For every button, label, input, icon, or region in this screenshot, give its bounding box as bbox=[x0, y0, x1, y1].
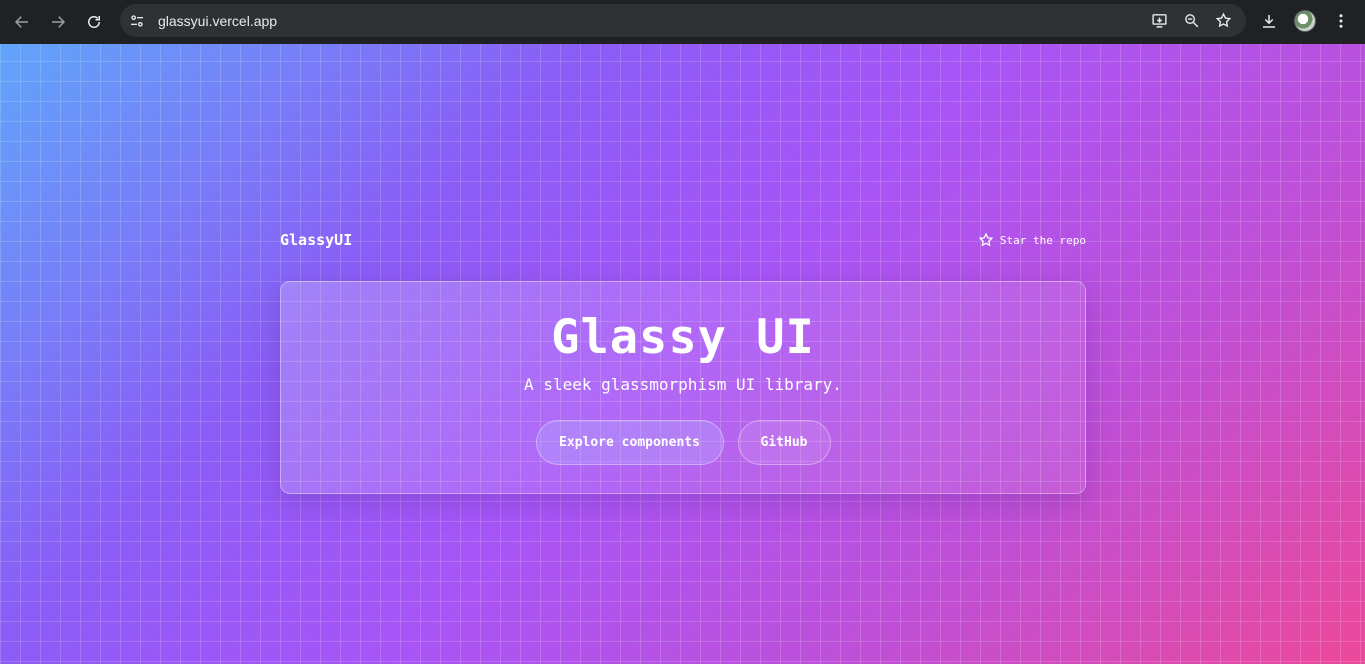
zoom-icon bbox=[1184, 14, 1198, 28]
arrow-left-icon bbox=[14, 16, 28, 28]
download-icon bbox=[1263, 14, 1275, 28]
hero-actions: Explore components GitHub bbox=[281, 420, 1085, 465]
bookmark-button[interactable] bbox=[1210, 8, 1236, 34]
zoom-button[interactable] bbox=[1178, 8, 1204, 34]
hero-card: Glassy UI A sleek glassmorphism UI libra… bbox=[280, 281, 1086, 494]
kebab-menu-icon bbox=[1339, 13, 1343, 28]
brand-logo[interactable]: GlassyUI bbox=[280, 231, 352, 249]
downloads-button[interactable] bbox=[1253, 5, 1285, 37]
tune-icon bbox=[131, 14, 143, 27]
github-button[interactable]: GitHub bbox=[737, 420, 831, 465]
hero-title: Glassy UI bbox=[551, 310, 815, 365]
site-header: GlassyUI Star the repo bbox=[280, 228, 1086, 252]
star-repo-label: Star the repo bbox=[999, 233, 1086, 247]
avatar bbox=[1294, 9, 1316, 32]
star-repo-link[interactable]: Star the repo bbox=[978, 232, 1086, 248]
back-button[interactable] bbox=[4, 4, 40, 40]
arrow-right-icon bbox=[52, 16, 66, 28]
star-icon bbox=[978, 232, 994, 247]
reload-icon bbox=[88, 16, 100, 28]
explore-components-button[interactable]: Explore components bbox=[535, 420, 724, 465]
browser-toolbar: glassyui.vercel.app bbox=[0, 0, 1365, 44]
reload-button[interactable] bbox=[76, 4, 112, 40]
site-info-button[interactable] bbox=[124, 8, 150, 34]
page-viewport: GlassyUI Star the repo Glassy UI A sleek… bbox=[0, 44, 1365, 664]
profile-button[interactable] bbox=[1289, 5, 1321, 37]
install-app-icon bbox=[1151, 14, 1167, 28]
star-icon bbox=[1215, 12, 1231, 28]
hero-subtitle: A sleek glassmorphism UI library. bbox=[524, 375, 842, 394]
menu-button[interactable] bbox=[1325, 5, 1357, 37]
url-text[interactable]: glassyui.vercel.app bbox=[158, 13, 277, 29]
install-app-button[interactable] bbox=[1146, 8, 1172, 34]
address-bar[interactable]: glassyui.vercel.app bbox=[120, 4, 1246, 37]
forward-button[interactable] bbox=[40, 4, 76, 40]
